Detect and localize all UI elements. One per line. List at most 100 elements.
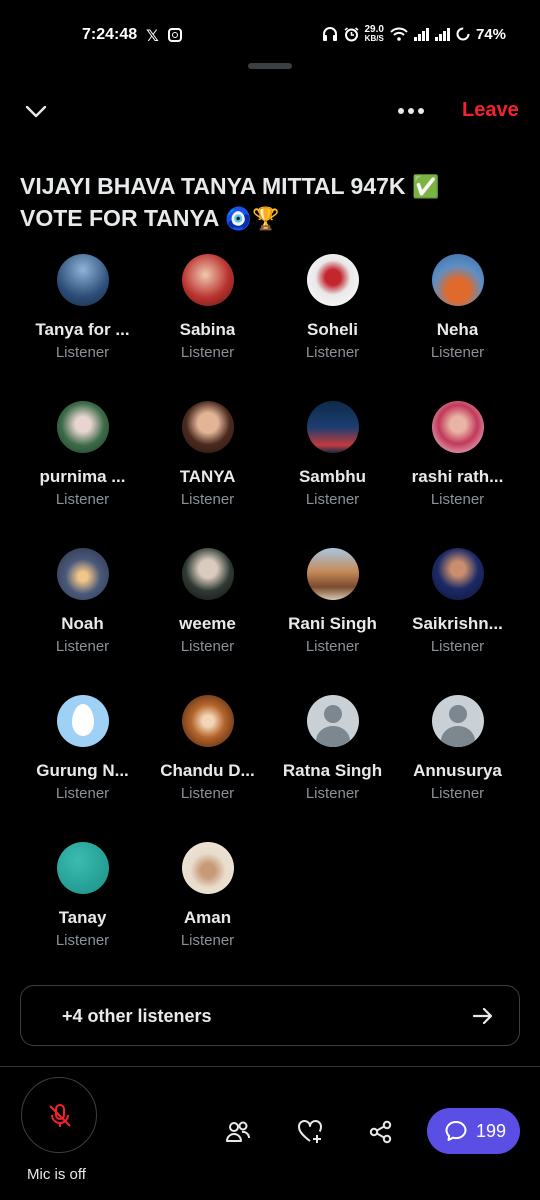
mic-toggle-button[interactable] [21,1077,97,1153]
listener-name: Aman [183,908,232,927]
avatar [181,401,234,453]
avatar [306,254,359,306]
status-right-cluster: 29.0 KB/S 74% [322,25,506,43]
listener-name: Rani Singh [288,614,377,633]
battery-percent: 74% [475,25,506,43]
people-icon[interactable] [225,1119,251,1145]
check-emoji: ✅ [411,175,440,200]
avatar [56,401,109,453]
listener-item[interactable]: Soheli Listener [270,254,395,401]
share-icon[interactable] [368,1119,394,1145]
listener-item[interactable]: Ratna Singh Listener [270,695,395,842]
listener-item[interactable]: purnima ... Listener [20,401,145,548]
listener-role: Listener [430,785,485,802]
listener-item[interactable]: Sambhu Listener [270,401,395,548]
battery-ring-icon [456,27,470,41]
space-title: VIJAYI BHAVA TANYA MITTAL 947K ✅ VOTE FO… [20,171,520,235]
leave-button[interactable]: Leave [462,99,519,122]
listener-item[interactable]: Chandu D... Listener [145,695,270,842]
avatar [56,695,109,747]
listener-item[interactable]: Tanya for ... Listener [20,254,145,401]
avatar [181,254,234,306]
listener-role: Listener [180,932,235,949]
avatar [181,842,234,894]
listener-name: Sabina [179,320,236,339]
arrow-right-icon [472,1007,493,1025]
wifi-icon [390,27,408,41]
listener-item[interactable]: Tanay Listener [20,842,145,989]
listener-item[interactable]: Aman Listener [145,842,270,989]
listener-role: Listener [305,785,360,802]
listener-name: Neha [436,320,479,339]
listener-item[interactable]: TANYA Listener [145,401,270,548]
listener-role: Listener [180,638,235,655]
listener-role: Listener [55,491,110,508]
chevron-down-icon[interactable] [24,100,48,124]
mic-off-icon [49,1104,71,1127]
sheet-grabber-handle[interactable] [248,63,292,69]
listener-item[interactable]: Neha Listener [395,254,520,401]
listener-name: Gurung N... [36,761,129,780]
other-listeners-button[interactable]: +4 other listeners [20,985,520,1046]
replies-button[interactable]: 199 [427,1108,520,1154]
avatar [181,695,234,747]
instagram-icon [168,28,182,42]
avatar [306,548,359,600]
listener-name: TANYA [179,467,236,486]
listener-role: Listener [55,785,110,802]
avatar [431,548,484,600]
listener-name: Saikrishn... [412,614,503,633]
network-speed: 29.0 KB/S [365,25,384,43]
more-options-icon[interactable] [396,102,426,120]
space-title-line2: VOTE FOR TANYA [20,205,225,231]
listener-item[interactable]: Gurung N... Listener [20,695,145,842]
chat-bubble-icon [445,1121,467,1141]
listener-name: weeme [179,614,236,633]
listener-name: Annusurya [413,761,502,780]
listener-role: Listener [180,491,235,508]
listener-role: Listener [305,344,360,361]
listener-item[interactable]: weeme Listener [145,548,270,695]
listener-item[interactable]: Annusurya Listener [395,695,520,842]
avatar [306,695,359,747]
listener-role: Listener [430,638,485,655]
status-time: 7:24:48 [82,26,138,43]
listener-role: Listener [55,932,110,949]
listener-role: Listener [305,491,360,508]
listener-item[interactable]: Noah Listener [20,548,145,695]
listener-item[interactable]: rashi rath... Listener [395,401,520,548]
headphones-icon [322,27,337,41]
listener-item[interactable]: Sabina Listener [145,254,270,401]
listener-role: Listener [55,344,110,361]
listener-name: Sambhu [298,467,367,486]
listener-name: rashi rath... [411,467,504,486]
listener-role: Listener [55,638,110,655]
reply-count: 199 [476,1120,507,1141]
x-app-icon: 𝕏 [146,28,159,45]
bottom-divider [0,1066,540,1067]
listener-role: Listener [180,785,235,802]
avatar [431,401,484,453]
listener-role: Listener [305,638,360,655]
heart-plus-icon[interactable] [297,1119,323,1145]
listener-name: Chandu D... [160,761,255,780]
listener-item[interactable]: Saikrishn... Listener [395,548,520,695]
listener-grid: Tanya for ... Listener Sabina Listener S… [20,254,520,989]
avatar [431,695,484,747]
signal-1-icon [413,27,429,41]
listener-name: Tanay [58,908,107,927]
listener-name: purnima ... [39,467,126,486]
mic-status-label: Mic is off [27,1166,86,1183]
alarm-icon [344,26,358,41]
avatar [181,548,234,600]
listener-item[interactable]: Rani Singh Listener [270,548,395,695]
listener-name: Tanya for ... [35,320,130,339]
avatar [431,254,484,306]
space-title-line1: VIJAYI BHAVA TANYA MITTAL 947K [20,173,412,199]
signal-2-icon [434,27,450,41]
status-bar: 7:24:48 𝕏 29.0 KB/S 74% [0,0,540,70]
listener-name: Ratna Singh [282,761,383,780]
listener-role: Listener [180,344,235,361]
avatar [56,254,109,306]
listener-role: Listener [430,344,485,361]
